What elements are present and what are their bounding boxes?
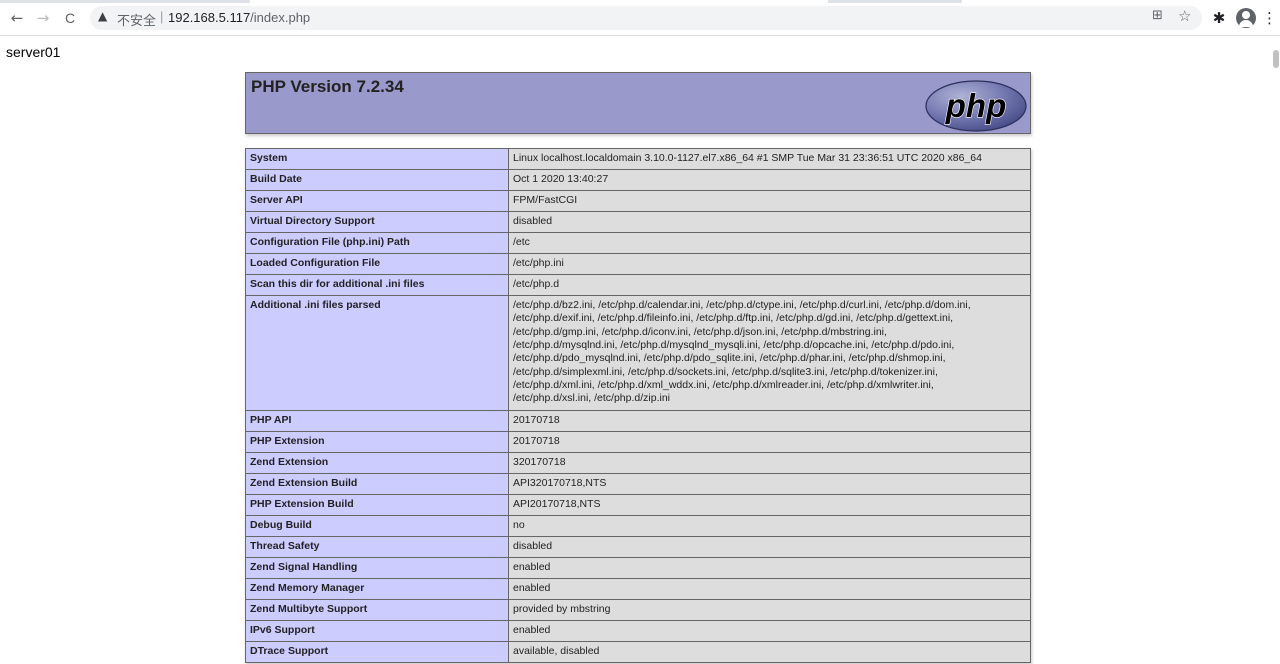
table-row: Scan this dir for additional .ini files /…: [245, 274, 1031, 296]
info-key-cell: DTrace Support: [245, 640, 509, 663]
table-row: Zend Memory Manager enabled: [245, 577, 1031, 600]
tab-active-strip[interactable]: [250, 0, 828, 3]
info-value-cell: no: [508, 514, 1031, 537]
reload-icon[interactable]: C: [59, 7, 81, 29]
info-key-cell: PHP Extension Build: [245, 493, 509, 516]
table-row: System Linux localhost.localdomain 3.10.0…: [245, 148, 1031, 170]
ini-file-line: /etc/php.d/mysqlnd.ini, /etc/php.d/mysql…: [513, 339, 955, 352]
address-bar[interactable]: ▲ 不安全 | 192.168.5.117/index.php ⊞ ☆: [90, 6, 1202, 30]
info-value-cell: /etc/php.d: [508, 274, 1031, 296]
info-value-cell: /etc/php.d/bz2.ini, /etc/php.d/calendar.…: [508, 295, 1031, 411]
info-value-cell: enabled: [508, 577, 1031, 600]
extensions-icon[interactable]: ✱: [1208, 7, 1230, 29]
info-key-cell: Thread Safety: [245, 535, 509, 558]
info-key-cell: Zend Memory Manager: [245, 577, 509, 600]
info-value-cell: disabled: [508, 535, 1031, 558]
scrollbar-thumb[interactable]: [1273, 50, 1279, 68]
ini-file-line: /etc/php.d/gmp.ini, /etc/php.d/iconv.ini…: [513, 325, 887, 338]
table-row: Zend Extension Build API320170718,NTS: [245, 472, 1031, 495]
table-row: Zend Extension 320170718: [245, 451, 1031, 474]
info-key-cell: Additional .ini files parsed: [245, 295, 509, 411]
info-value-cell: disabled: [508, 211, 1031, 233]
forward-icon[interactable]: →: [32, 7, 54, 29]
info-key-cell: PHP API: [245, 409, 509, 432]
php-info-table: System Linux localhost.localdomain 3.10.0…: [245, 148, 1031, 663]
info-key-cell: Zend Signal Handling: [245, 556, 509, 579]
info-key-cell: Debug Build: [245, 514, 509, 537]
info-key-cell: Zend Extension: [245, 451, 509, 474]
server-name-text: server01: [6, 44, 61, 60]
info-key-cell: Zend Extension Build: [245, 472, 509, 495]
page-scrollbar[interactable]: [1272, 36, 1280, 664]
url-path: /index.php: [250, 10, 311, 25]
table-row: Zend Signal Handling enabled: [245, 556, 1031, 579]
table-row: Build Date Oct 1 2020 13:40:27: [245, 169, 1031, 191]
info-key-cell: PHP Extension: [245, 430, 509, 453]
php-logo-icon[interactable]: php: [925, 80, 1027, 132]
info-key-cell: IPv6 Support: [245, 619, 509, 642]
tab-strip: [0, 0, 1280, 3]
profile-avatar-icon[interactable]: [1236, 8, 1256, 28]
info-value-cell: API320170718,NTS: [508, 472, 1031, 495]
info-value-cell: provided by mbstring: [508, 598, 1031, 621]
ini-file-line: /etc/php.d/pdo_mysqlnd.ini, /etc/php.d/p…: [513, 352, 946, 365]
security-separator: |: [160, 9, 164, 24]
table-row: Debug Build no: [245, 514, 1031, 537]
table-row: IPv6 Support enabled: [245, 619, 1031, 642]
security-label[interactable]: 不安全: [117, 10, 156, 29]
table-row: Virtual Directory Support disabled: [245, 211, 1031, 233]
ini-file-line: /etc/php.d/xml.ini, /etc/php.d/xml_wddx.…: [513, 379, 934, 392]
info-key-cell: Build Date: [245, 169, 509, 191]
warning-icon[interactable]: ▲: [98, 9, 107, 23]
info-value-cell: Linux localhost.localdomain 3.10.0-1127.…: [508, 148, 1031, 170]
table-row: Thread Safety disabled: [245, 535, 1031, 558]
table-row: Server API FPM/FastCGI: [245, 190, 1031, 212]
php-info-table-body: System Linux localhost.localdomain 3.10.0…: [245, 148, 1031, 663]
avatar-body: [1239, 20, 1253, 27]
info-value-cell: enabled: [508, 556, 1031, 579]
info-key-cell: Configuration File (php.ini) Path: [245, 232, 509, 254]
info-value-cell: FPM/FastCGI: [508, 190, 1031, 212]
ini-file-line: /etc/php.d/exif.ini, /etc/php.d/fileinfo…: [513, 312, 954, 325]
info-key-cell: Zend Multibyte Support: [245, 598, 509, 621]
table-row: Additional .ini files parsed/etc/php.d/b…: [245, 295, 1031, 411]
info-value-cell: /etc/php.ini: [508, 253, 1031, 275]
info-key-cell: Scan this dir for additional .ini files: [245, 274, 509, 296]
browser-menu-icon[interactable]: ⋮: [1262, 7, 1277, 29]
table-row: Configuration File (php.ini) Path/etc: [245, 232, 1031, 254]
info-key-cell: Server API: [245, 190, 509, 212]
url-host: 192.168.5.117: [168, 10, 251, 25]
info-value-cell: 20170718: [508, 409, 1031, 432]
bookmark-star-icon[interactable]: ☆: [1178, 7, 1191, 25]
table-row: Loaded Configuration File/etc/php.ini: [245, 253, 1031, 275]
url-text[interactable]: 192.168.5.117/index.php: [168, 10, 310, 25]
avatar-head: [1242, 11, 1250, 19]
back-icon[interactable]: ←: [6, 7, 28, 29]
info-value-cell: 20170718: [508, 430, 1031, 453]
info-value-cell: API20170718,NTS: [508, 493, 1031, 516]
ini-file-line: /etc/php.d/simplexml.ini, /etc/php.d/soc…: [513, 365, 938, 378]
ini-file-line: /etc/php.d/xsl.ini, /etc/php.d/zip.ini: [513, 392, 671, 405]
info-value-cell: /etc: [508, 232, 1031, 254]
info-value-cell: Oct 1 2020 13:40:27: [508, 169, 1031, 191]
info-value-cell: 320170718: [508, 451, 1031, 474]
table-row: PHP Extension Build API20170718,NTS: [245, 493, 1031, 516]
browser-toolbar: ← → C ▲ 不安全 | 192.168.5.117/index.php ⊞ …: [0, 0, 1280, 36]
table-row: PHP Extension 20170718: [245, 430, 1031, 453]
info-value-cell: enabled: [508, 619, 1031, 642]
info-key-cell: Loaded Configuration File: [245, 253, 509, 275]
info-key-cell: System: [245, 148, 509, 170]
translate-icon[interactable]: ⊞: [1152, 8, 1163, 23]
php-version-title: PHP Version 7.2.34: [251, 77, 404, 96]
info-value-cell: available, disabled: [508, 640, 1031, 663]
table-row: PHP API 20170718: [245, 409, 1031, 432]
table-row: Zend Multibyte Support provided by mbstri…: [245, 598, 1031, 621]
php-version-header: PHP Version 7.2.34 php: [245, 72, 1031, 134]
ini-file-line: /etc/php.d/bz2.ini, /etc/php.d/calendar.…: [513, 299, 971, 311]
table-row: DTrace Support available, disabled: [245, 640, 1031, 663]
php-logo-text: php: [945, 87, 1006, 124]
info-key-cell: Virtual Directory Support: [245, 211, 509, 233]
tab-strip-right[interactable]: [962, 0, 1280, 3]
